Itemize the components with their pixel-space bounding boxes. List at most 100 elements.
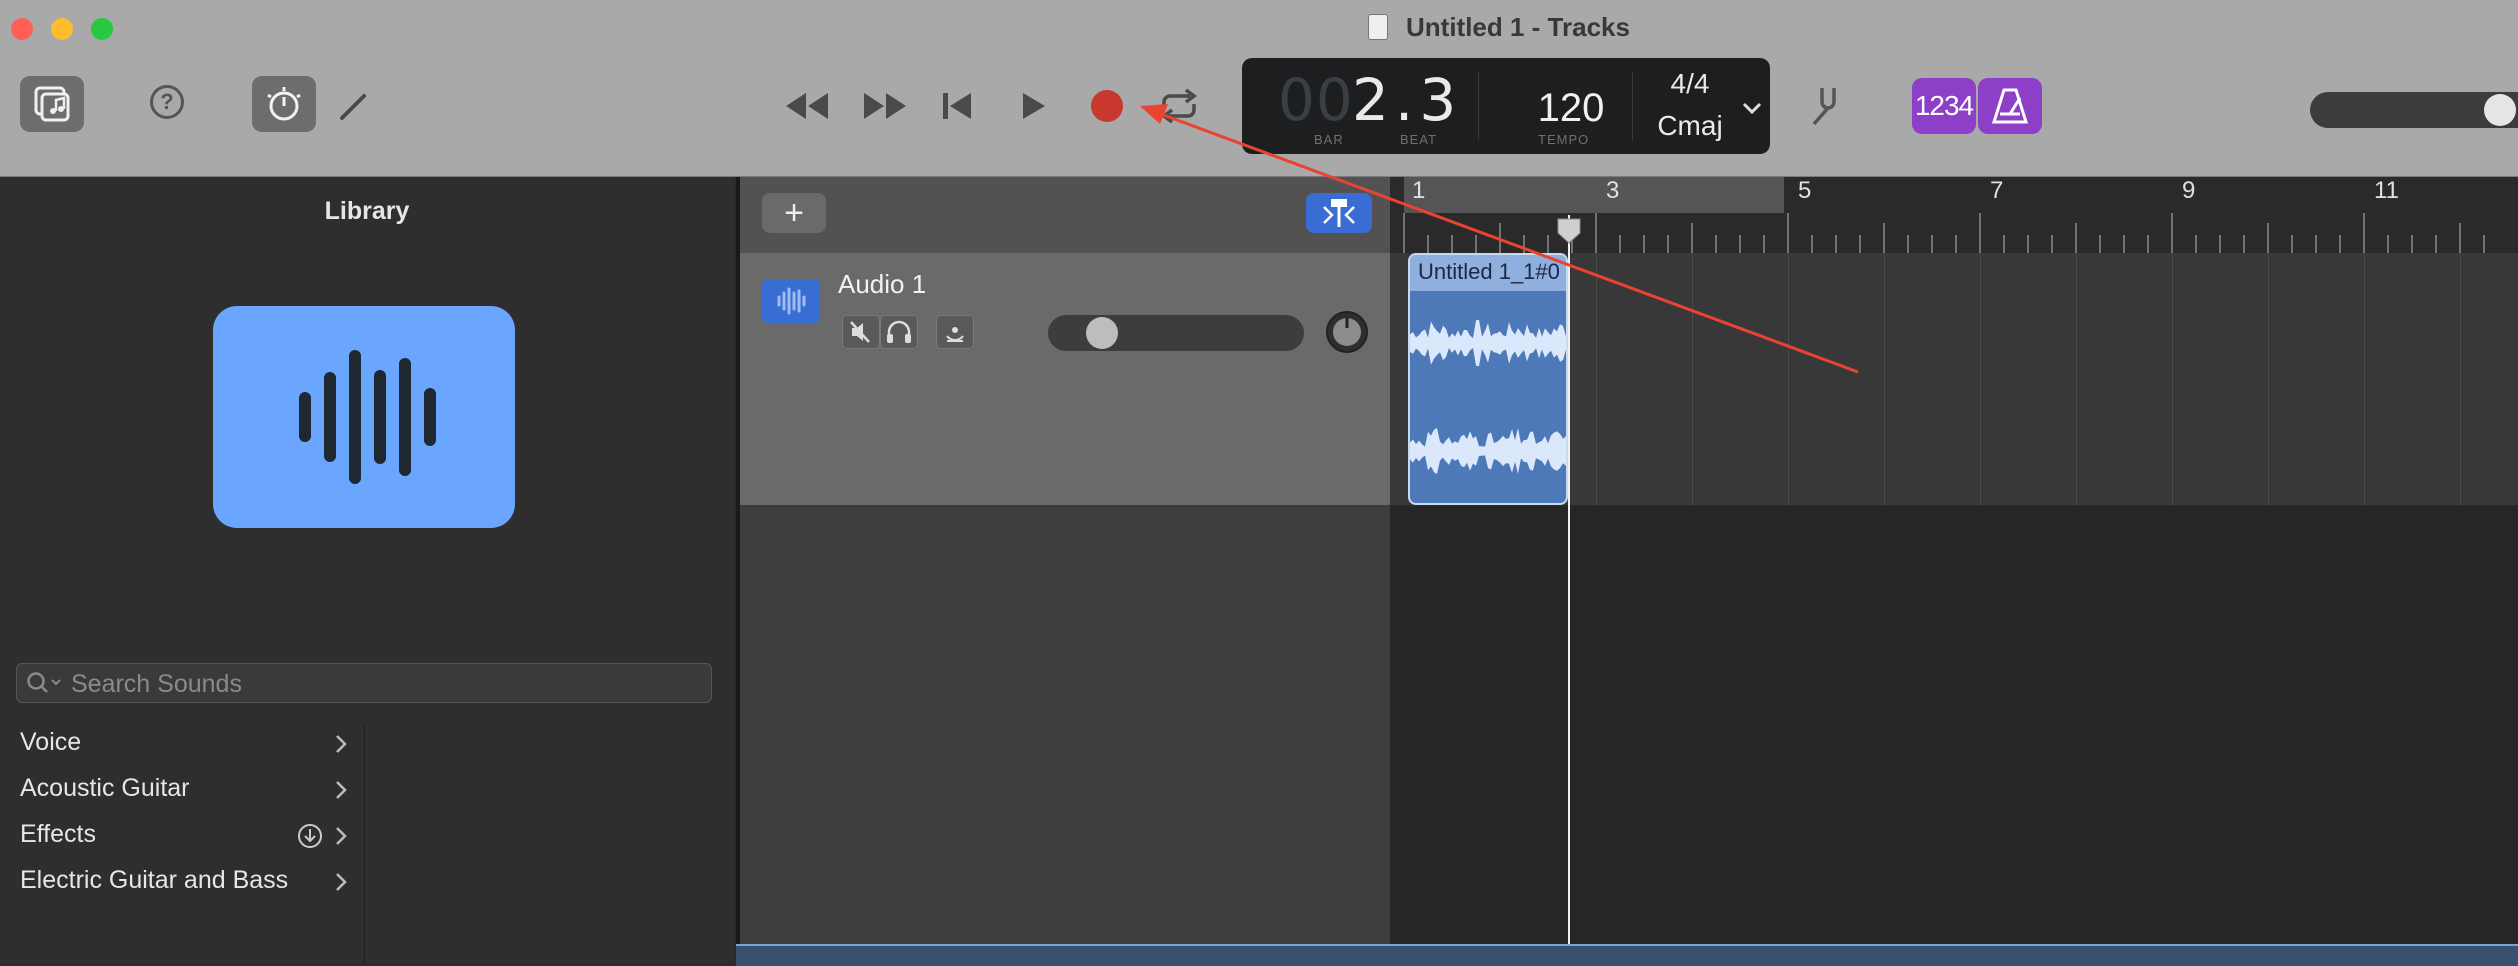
library-button[interactable] (20, 76, 84, 132)
lcd-beat-value: 2.3 (1352, 66, 1463, 134)
library-title: Library (324, 197, 410, 225)
category-item-electric-guitar-and-bass[interactable]: Electric Guitar and Bass (0, 860, 364, 906)
minimize-window-button[interactable] (51, 18, 73, 40)
playhead[interactable] (1568, 215, 1570, 964)
patch-icon[interactable] (213, 306, 515, 528)
metronome-button[interactable] (1978, 78, 2042, 134)
column-divider[interactable] (364, 725, 365, 964)
rewind-icon (786, 93, 828, 119)
search-icon (27, 672, 61, 693)
play-button[interactable] (1008, 86, 1058, 126)
quick-help-button[interactable]: ? (150, 85, 184, 119)
category-item-acoustic-guitar[interactable]: Acoustic Guitar (0, 768, 364, 814)
tuner-button[interactable] (1806, 84, 1846, 128)
record-button[interactable] (1082, 86, 1132, 126)
chevron-right-icon (336, 827, 347, 845)
category-label: Electric Guitar and Bass (20, 866, 289, 894)
search-placeholder: Search Sounds (71, 670, 242, 698)
count-in-button[interactable]: 1234 (1912, 78, 1976, 134)
bar-number: 11 (2374, 177, 2399, 204)
audio-region[interactable]: Untitled 1_1#0 (1408, 253, 1568, 505)
editors-button[interactable] (334, 86, 374, 126)
catch-playhead-icon (1323, 199, 1355, 227)
library-pane: Library Search Sounds Voice Acoustic Gui… (0, 177, 734, 964)
editor-pane-edge[interactable] (736, 944, 2518, 966)
bar-number: 7 (1990, 177, 2004, 204)
grid-line (2172, 253, 2173, 505)
tracks-area[interactable]: 1 3 5 7 9 11 Untitled 1_1#0 (1390, 177, 2518, 964)
grid-line (2364, 253, 2365, 505)
chevron-right-icon (336, 781, 347, 799)
search-sounds-field[interactable]: Search Sounds (16, 663, 712, 703)
mute-speaker-icon (850, 321, 870, 343)
track-volume-knob[interactable] (1086, 317, 1118, 349)
pan-knob[interactable] (1324, 309, 1370, 355)
lcd-key[interactable]: Cmaj (1640, 110, 1740, 142)
grid-line (1884, 253, 1885, 505)
cycle-area[interactable] (1404, 177, 1784, 213)
lcd-bar-value: 00 (1278, 66, 1354, 134)
close-window-button[interactable] (11, 18, 33, 40)
master-volume-knob[interactable] (2484, 94, 2516, 126)
bar-number: 5 (1798, 177, 1812, 204)
waveform-icon (777, 287, 806, 315)
fast-forward-icon (864, 93, 906, 119)
lcd-display-mode-button[interactable] (1738, 94, 1766, 122)
lcd-time-signature[interactable]: 4/4 (1640, 68, 1740, 100)
cycle-button[interactable] (1154, 86, 1204, 126)
lcd-tempo-label: TEMPO (1538, 132, 1590, 147)
pencil-icon (340, 94, 366, 120)
control-bar: Untitled 1 - Tracks ? 00 2.3 BAR BEAT 12… (0, 0, 2518, 177)
download-icon[interactable] (296, 822, 324, 850)
empty-track-area[interactable] (740, 507, 1390, 964)
category-list: Voice Acoustic Guitar Effects Electric G… (0, 722, 364, 906)
smart-controls-button[interactable] (252, 76, 316, 132)
record-enable-button[interactable] (936, 315, 974, 349)
category-label: Acoustic Guitar (20, 774, 190, 802)
category-item-voice[interactable]: Voice (0, 722, 364, 768)
grid-line (1596, 253, 1597, 505)
record-icon (1091, 90, 1123, 122)
bar-number: 3 (1606, 177, 1620, 204)
region-waveform (1410, 319, 1566, 474)
chevron-right-icon (336, 873, 347, 891)
bar-number: 1 (1412, 177, 1426, 204)
lcd-separator (1478, 72, 1479, 140)
lcd-bar-label: BAR (1314, 132, 1344, 147)
add-track-button[interactable]: + (762, 193, 826, 233)
window-title: Untitled 1 - Tracks (1406, 12, 1630, 42)
mute-button[interactable] (842, 315, 880, 349)
rewind-button[interactable] (782, 86, 832, 126)
input-monitoring-icon (946, 327, 964, 342)
track-header-audio-1[interactable]: Audio 1 (740, 253, 1390, 507)
category-item-effects[interactable]: Effects (0, 814, 364, 860)
go-to-beginning-icon (943, 93, 971, 119)
track-header-area: + Audio 1 (736, 177, 1390, 964)
lcd-display[interactable]: 00 2.3 BAR BEAT 120 TEMPO 4/4 Cmaj (1242, 58, 1770, 154)
count-in-label: 1234 (1914, 90, 1974, 121)
waveform-icon (299, 350, 436, 484)
track-name[interactable]: Audio 1 (838, 269, 926, 300)
playhead-handle[interactable] (1556, 217, 1582, 245)
grid-line (1980, 253, 1981, 505)
fast-forward-button[interactable] (860, 86, 910, 126)
tuning-fork-icon (1812, 88, 1836, 126)
library-icon (34, 86, 70, 122)
lcd-separator (1632, 72, 1633, 140)
go-to-beginning-button[interactable] (932, 86, 982, 126)
category-label: Voice (20, 728, 82, 756)
catch-playhead-button[interactable] (1306, 193, 1372, 233)
cycle-icon (1161, 88, 1197, 124)
lcd-tempo-value[interactable]: 120 (1512, 86, 1630, 131)
metronome-icon (1991, 88, 2029, 124)
lcd-beat-label: BEAT (1400, 132, 1437, 147)
grid-line (1692, 253, 1693, 505)
track-header-toolbar: + (740, 177, 1390, 254)
grid-line (2268, 253, 2269, 505)
track-icon[interactable] (762, 279, 820, 323)
solo-button[interactable] (880, 315, 918, 349)
grid-line (1788, 253, 1789, 505)
region-title: Untitled 1_1#0 (1410, 255, 1566, 291)
zoom-window-button[interactable] (91, 18, 113, 40)
play-icon (1023, 93, 1045, 119)
